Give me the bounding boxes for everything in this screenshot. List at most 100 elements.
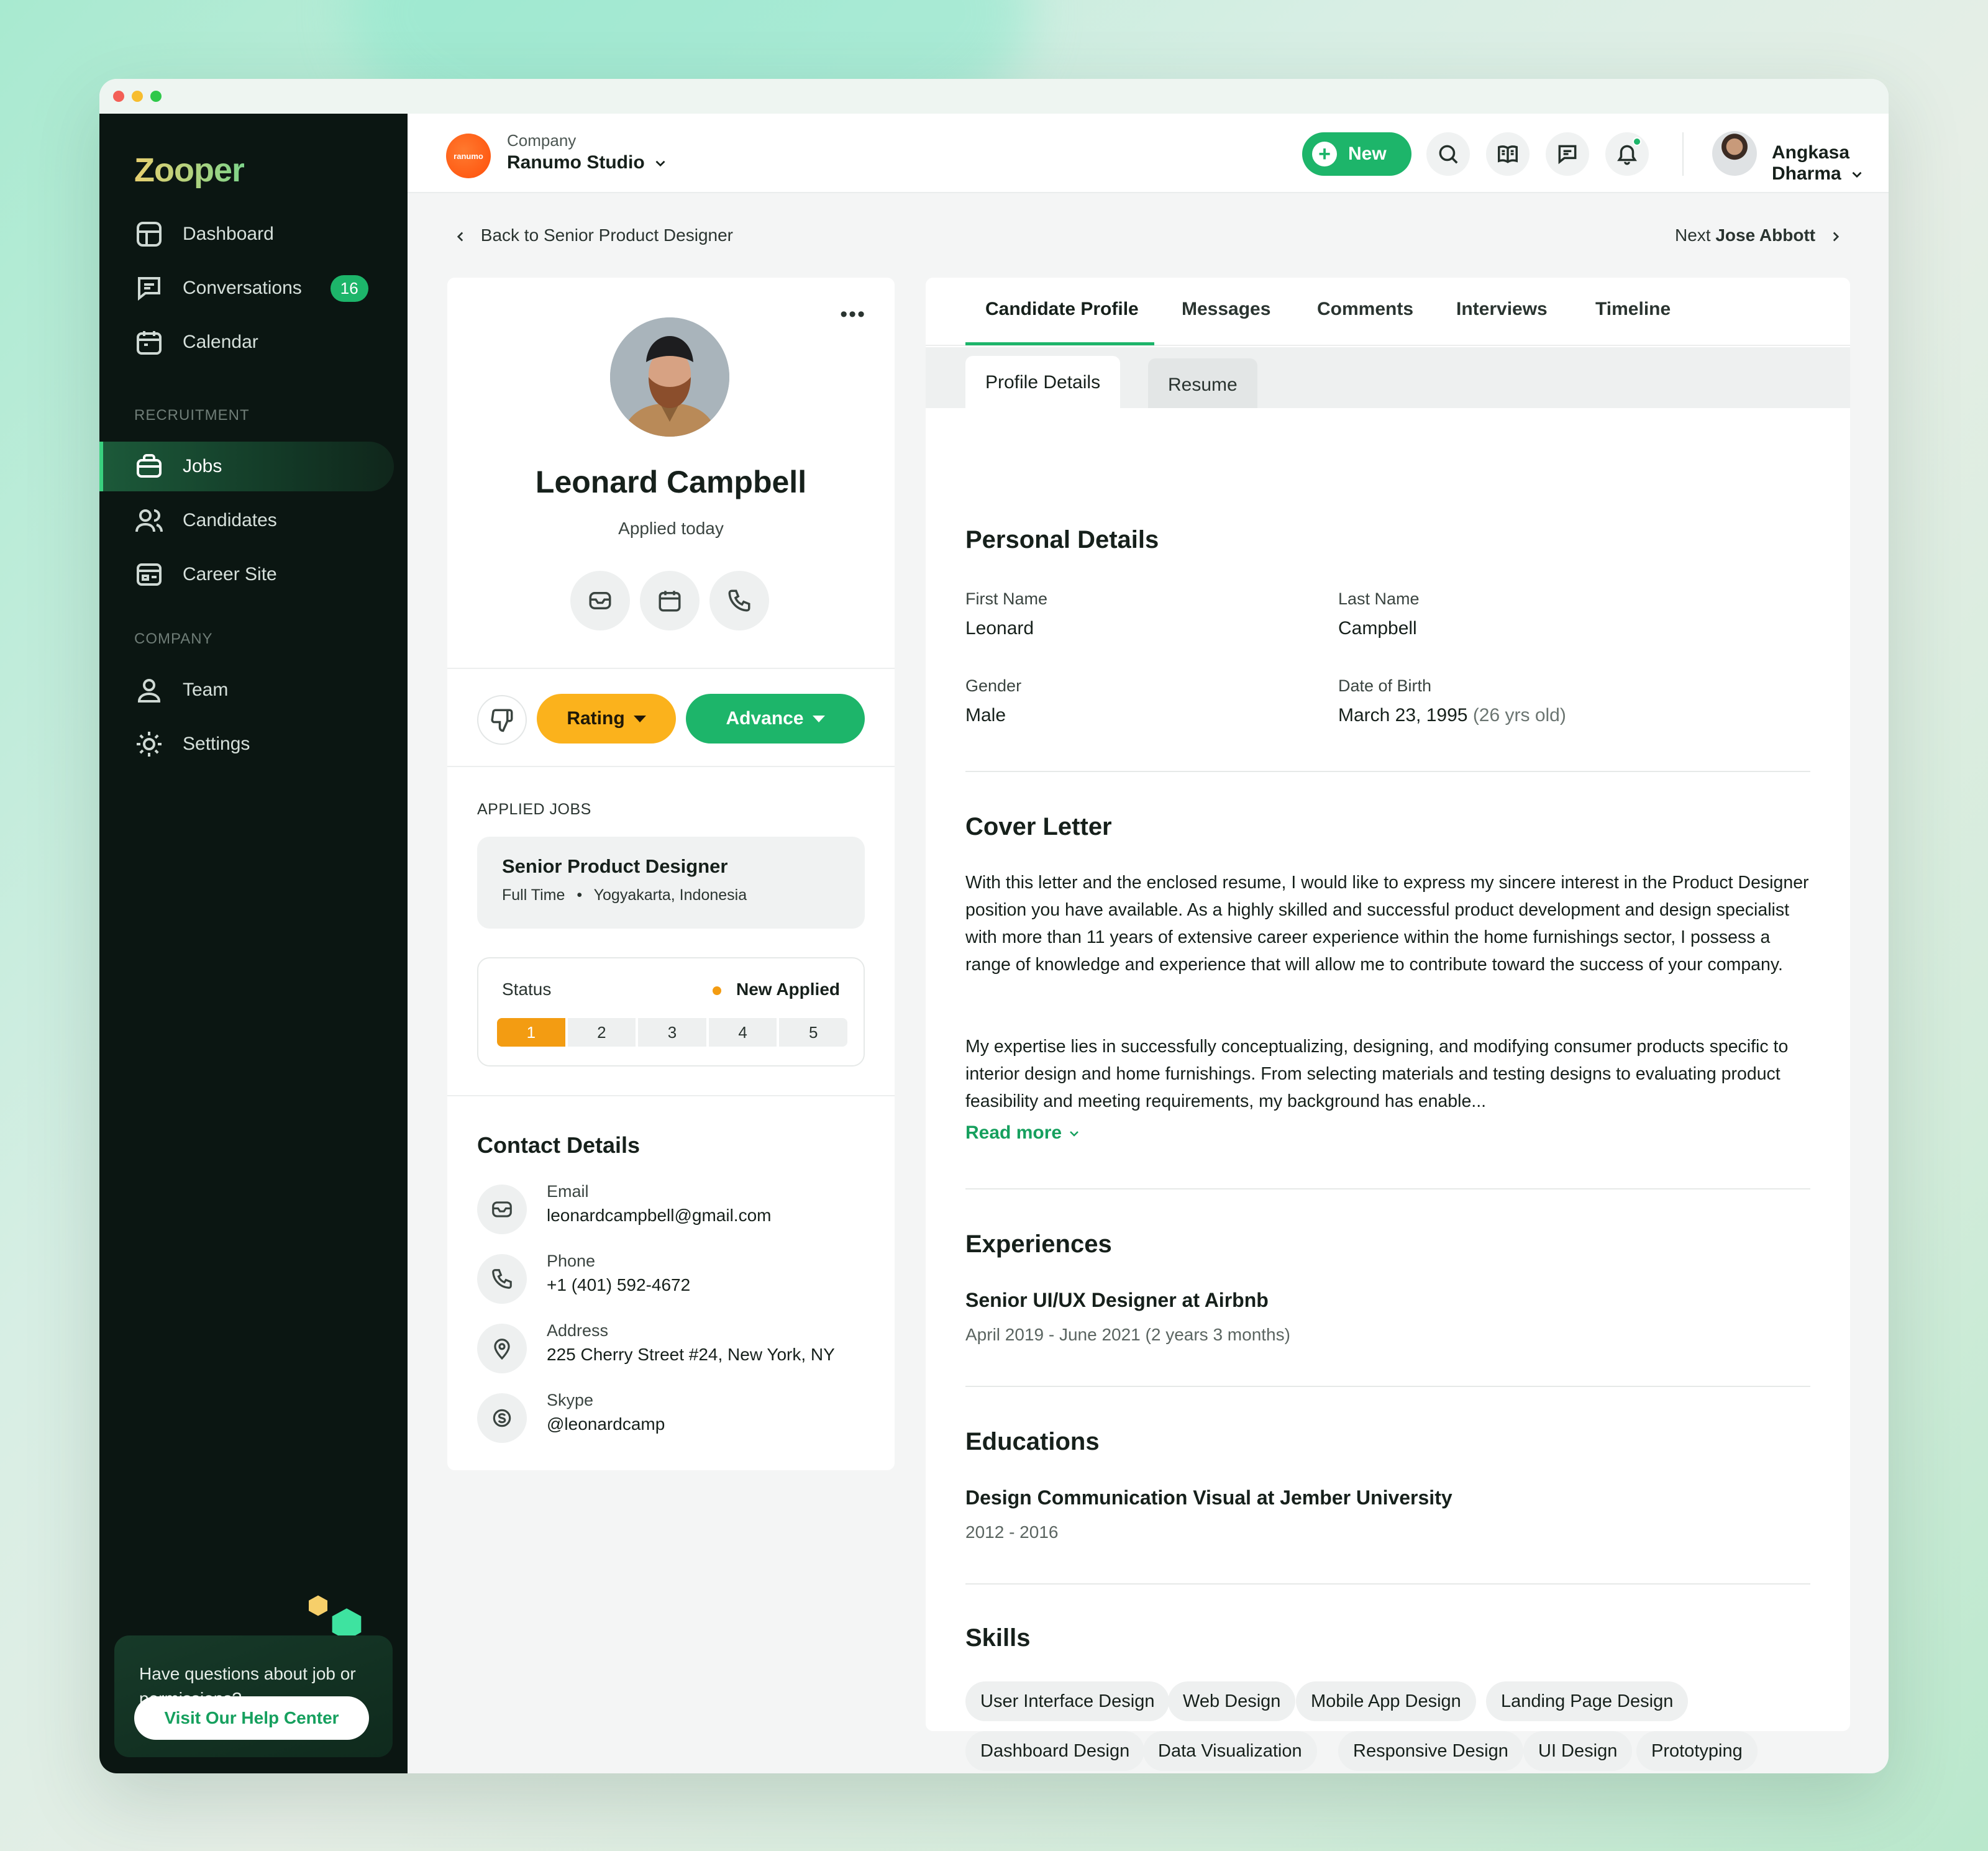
help-card: Have questions about job or permissions?… bbox=[114, 1635, 393, 1757]
status-step-5[interactable]: 5 bbox=[779, 1018, 847, 1047]
sidebar-item-candidates[interactable]: Candidates bbox=[134, 496, 383, 545]
call-button[interactable] bbox=[709, 571, 769, 630]
notifications-button[interactable] bbox=[1605, 132, 1649, 176]
education-program: Design Communication Visual at Jember Un… bbox=[965, 1486, 1452, 1509]
sidebar-item-label: Calendar bbox=[183, 332, 258, 352]
contact-phone-value[interactable]: +1 (401) 592-4672 bbox=[547, 1275, 690, 1295]
tab-messages[interactable]: Messages bbox=[1182, 299, 1270, 320]
read-more-link[interactable]: Read more bbox=[965, 1122, 1082, 1144]
maximize-window-dot[interactable] bbox=[150, 91, 162, 102]
visit-help-center-button[interactable]: Visit Our Help Center bbox=[134, 1696, 369, 1740]
subtab-resume[interactable]: Resume bbox=[1148, 358, 1257, 408]
status-dot-icon bbox=[713, 986, 722, 995]
user-avatar[interactable] bbox=[1712, 131, 1757, 176]
status-step-4[interactable]: 4 bbox=[708, 1018, 777, 1047]
subtab-profile-details[interactable]: Profile Details bbox=[965, 356, 1121, 408]
sidebar-item-conversations[interactable]: Conversations 16 bbox=[134, 263, 383, 313]
search-icon bbox=[1439, 145, 1458, 164]
education-period: 2012 - 2016 bbox=[965, 1522, 1059, 1542]
location-icon bbox=[477, 1324, 527, 1373]
section-divider bbox=[965, 1583, 1810, 1585]
tab-interviews[interactable]: Interviews bbox=[1456, 299, 1548, 320]
send-email-button[interactable] bbox=[570, 571, 630, 630]
dob-label: Date of Birth bbox=[1338, 676, 1432, 695]
applied-job-meta: Full Time • Yogyakarta, Indonesia bbox=[502, 886, 840, 904]
status-value-wrap: New Applied bbox=[713, 980, 840, 999]
contact-email-value[interactable]: leonardcampbell@gmail.com bbox=[547, 1206, 771, 1226]
sidebar-item-dashboard[interactable]: Dashboard bbox=[134, 209, 383, 259]
browser-icon bbox=[137, 563, 162, 586]
tab-candidate-profile[interactable]: Candidate Profile bbox=[985, 299, 1139, 320]
company-label: Company bbox=[507, 131, 577, 150]
skills-title: Skills bbox=[965, 1624, 1031, 1652]
sidebar-item-jobs[interactable]: Jobs bbox=[99, 442, 394, 491]
status-value: New Applied bbox=[736, 980, 840, 999]
caret-down-icon bbox=[633, 715, 646, 722]
applied-job-title: Senior Product Designer bbox=[502, 855, 728, 877]
contact-label: Skype bbox=[547, 1391, 594, 1409]
status-step-1[interactable]: 1 bbox=[497, 1018, 565, 1047]
rating-dropdown[interactable]: Rating bbox=[537, 694, 676, 744]
job-location: Yogyakarta, Indonesia bbox=[593, 886, 747, 904]
contact-skype-value[interactable]: @leonardcamp bbox=[547, 1414, 665, 1434]
skype-icon bbox=[477, 1393, 527, 1443]
more-options-icon[interactable]: ••• bbox=[840, 302, 866, 327]
next-candidate-link[interactable]: Next Jose Abbott bbox=[1675, 225, 1844, 245]
contact-address-value: 225 Cherry Street #24, New York, NY bbox=[547, 1345, 835, 1364]
chat-icon bbox=[1558, 145, 1577, 165]
mail-icon bbox=[589, 592, 611, 609]
title-bar bbox=[99, 79, 1889, 114]
calendar-icon bbox=[659, 591, 681, 612]
candidate-photo bbox=[610, 317, 729, 437]
sidebar-item-label: Settings bbox=[183, 734, 250, 754]
sidebar-item-team[interactable]: Team bbox=[134, 665, 383, 715]
new-button-label: New bbox=[1348, 143, 1387, 164]
profile-tabs: Candidate Profile Messages Comments Inte… bbox=[926, 278, 1850, 346]
profile-subtabs: Profile Details Resume bbox=[926, 347, 1850, 408]
tab-comments[interactable]: Comments bbox=[1317, 299, 1413, 320]
close-window-dot[interactable] bbox=[113, 91, 124, 102]
skill-chip: User Interface Design bbox=[965, 1681, 1170, 1721]
schedule-button[interactable] bbox=[640, 571, 700, 630]
chevron-down-icon bbox=[655, 160, 665, 167]
minimize-window-dot[interactable] bbox=[132, 91, 143, 102]
contact-label: Address bbox=[547, 1321, 609, 1340]
last-name-value: Campbell bbox=[1338, 618, 1417, 639]
skill-chip: Data Visualization bbox=[1143, 1731, 1317, 1771]
sidebar-item-label: Career Site bbox=[183, 564, 277, 584]
skill-chip: Mobile App Design bbox=[1296, 1681, 1476, 1721]
user-menu[interactable]: Angkasa Dharma bbox=[1772, 142, 1889, 184]
tab-timeline[interactable]: Timeline bbox=[1595, 299, 1671, 320]
reject-button[interactable] bbox=[477, 695, 527, 745]
skill-chip: Dashboard Design bbox=[965, 1731, 1145, 1771]
sidebar-item-calendar[interactable]: Calendar bbox=[134, 317, 383, 367]
app-logo[interactable]: Zooper bbox=[134, 151, 245, 189]
job-type: Full Time bbox=[502, 886, 565, 904]
top-bar: ranumo Company Ranumo Studio + New Angka… bbox=[408, 114, 1889, 193]
advance-label: Advance bbox=[726, 708, 804, 729]
back-link[interactable]: Back to Senior Product Designer bbox=[452, 225, 733, 245]
advance-dropdown[interactable]: Advance bbox=[686, 694, 865, 744]
docs-button[interactable] bbox=[1486, 132, 1530, 176]
chat-icon bbox=[138, 277, 160, 301]
contact-row-skype: Skype @leonardcamp bbox=[477, 1391, 875, 1447]
conversations-count-badge: 16 bbox=[330, 275, 368, 302]
rating-label: Rating bbox=[567, 708, 625, 729]
briefcase-icon bbox=[137, 454, 162, 478]
notification-dot bbox=[1633, 137, 1641, 146]
sidebar-item-settings[interactable]: Settings bbox=[134, 719, 383, 769]
status-step-3[interactable]: 3 bbox=[638, 1018, 706, 1047]
dob-value: March 23, 1995 bbox=[1338, 705, 1468, 725]
applied-job-card[interactable]: Senior Product Designer Full Time • Yogy… bbox=[477, 837, 865, 929]
new-button[interactable]: + New bbox=[1302, 132, 1411, 176]
company-switcher[interactable]: Ranumo Studio bbox=[507, 152, 668, 173]
messages-button[interactable] bbox=[1546, 132, 1589, 176]
search-button[interactable] bbox=[1426, 132, 1470, 176]
status-step-2[interactable]: 2 bbox=[567, 1018, 636, 1047]
section-divider bbox=[965, 771, 1810, 772]
divider bbox=[447, 668, 895, 669]
contact-row-email: Email leonardcampbell@gmail.com bbox=[477, 1182, 875, 1238]
status-card: Status New Applied 1 2 3 4 5 bbox=[477, 957, 865, 1066]
first-name-label: First Name bbox=[965, 589, 1048, 608]
sidebar-item-career-site[interactable]: Career Site bbox=[134, 550, 383, 599]
